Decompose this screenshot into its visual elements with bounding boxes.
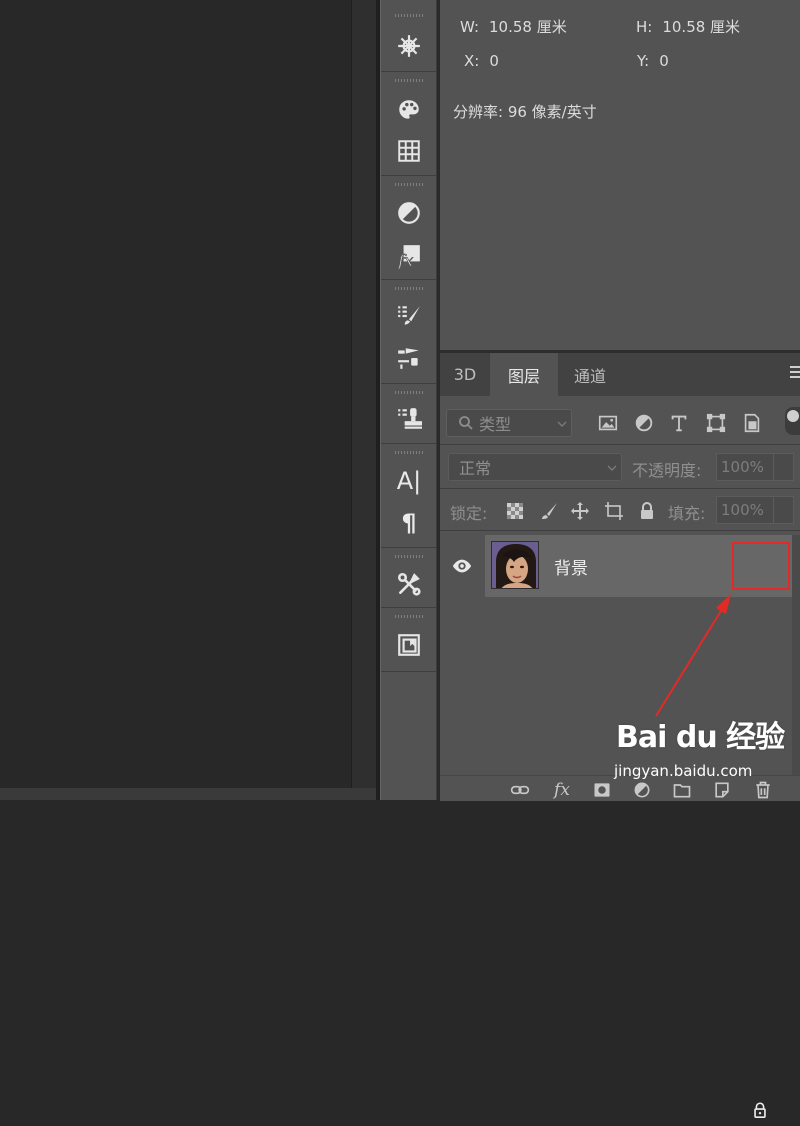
trash-icon[interactable] xyxy=(752,780,774,800)
group-grip[interactable] xyxy=(395,287,423,290)
chevron-down-icon xyxy=(607,465,617,471)
y-readout: Y: 0 xyxy=(637,52,669,70)
tab-layers[interactable]: 图层 xyxy=(490,353,558,396)
tool-group: fx xyxy=(381,176,437,280)
new-layer-icon[interactable] xyxy=(711,780,733,800)
palette-icon[interactable] xyxy=(394,95,424,125)
opacity-field[interactable]: 100% xyxy=(716,453,774,481)
mask-icon[interactable] xyxy=(591,780,613,800)
separator xyxy=(440,530,800,531)
search-icon xyxy=(459,416,473,430)
resolution-readout: 分辨率: 96 像素/英寸 xyxy=(453,103,597,121)
properties-panel: W: 10.58 厘米 H: 10.58 厘米 X: 0 Y: 0 分辨率: 96 像素… xyxy=(440,0,800,350)
watermark-logo: Bai du 经验 xyxy=(616,720,785,755)
group-grip[interactable] xyxy=(395,615,423,618)
layer-name[interactable]: 背景 xyxy=(554,554,588,579)
fill-slider-button[interactable] xyxy=(774,496,794,524)
brush-list-icon[interactable] xyxy=(394,301,424,331)
panels-column: W: 10.58 厘米 H: 10.58 厘米 X: 0 Y: 0 分辨率: 96 像素… xyxy=(440,0,800,1119)
link-icon[interactable] xyxy=(509,780,531,800)
tool-group xyxy=(381,72,437,176)
tool-group xyxy=(381,0,437,72)
ship-wheel-icon[interactable] xyxy=(394,31,424,61)
image-filter-icon[interactable] xyxy=(596,411,620,435)
width-readout: W: 10.58 厘米 xyxy=(460,18,567,36)
fx-icon[interactable]: fx xyxy=(394,241,424,271)
panel-menu-icon[interactable] xyxy=(790,363,800,383)
blend-mode-select[interactable]: 正常 xyxy=(448,453,622,481)
x-readout: X: 0 xyxy=(464,52,499,70)
lock-transparent-pixels-icon[interactable] xyxy=(503,499,527,523)
eye-icon[interactable] xyxy=(440,535,484,597)
group-grip[interactable] xyxy=(395,391,423,394)
tools-icon[interactable] xyxy=(394,569,424,599)
opacity-slider-button[interactable] xyxy=(774,453,794,481)
opacity-label: 不透明度: xyxy=(632,461,702,480)
adjustment-icon[interactable] xyxy=(394,198,424,228)
canvas-vertical-scrollbar[interactable] xyxy=(351,0,377,788)
lock-artboard-icon[interactable] xyxy=(602,499,626,523)
paragraph-icon[interactable]: ¶ xyxy=(394,508,424,538)
fill-field[interactable]: 100% xyxy=(716,496,774,524)
tool-group xyxy=(381,548,437,608)
tool-group: A| ¶ xyxy=(381,444,437,548)
adjustment-icon[interactable] xyxy=(631,780,653,800)
lock-image-pixels-icon[interactable] xyxy=(537,499,561,523)
folder-icon[interactable] xyxy=(671,780,693,800)
separator xyxy=(440,488,800,489)
group-grip[interactable] xyxy=(395,183,423,186)
baidu-watermark: Bai du 经验 jingyan.baidu.com xyxy=(614,712,800,782)
canvas-area[interactable] xyxy=(0,0,351,788)
character-icon[interactable]: A| xyxy=(394,466,424,496)
tab-channels[interactable]: 通道 xyxy=(558,353,622,396)
tool-group xyxy=(381,608,437,672)
lock-label: 锁定: xyxy=(450,504,488,523)
watermark-url: jingyan.baidu.com xyxy=(614,762,753,780)
svg-text:fx: fx xyxy=(397,251,413,269)
fx-icon[interactable]: fx xyxy=(551,780,573,800)
group-grip[interactable] xyxy=(395,79,423,82)
type-filter-icon[interactable] xyxy=(667,411,691,435)
lock-icon[interactable] xyxy=(744,1094,776,1126)
lock-position-icon[interactable] xyxy=(568,499,592,523)
height-readout: H: 10.58 厘米 xyxy=(636,18,741,36)
group-grip[interactable] xyxy=(395,14,423,17)
tool-group xyxy=(381,384,437,444)
group-grip[interactable] xyxy=(395,555,423,558)
chevron-down-icon xyxy=(557,421,567,427)
adjustment-filter-icon[interactable] xyxy=(632,411,656,435)
separator xyxy=(440,444,800,445)
lock-all-icon[interactable] xyxy=(635,499,659,523)
layers-tabbar: 3D 图层 通道 xyxy=(440,353,800,396)
frame-icon[interactable] xyxy=(394,630,424,660)
filter-toggle[interactable] xyxy=(785,407,800,435)
panel-icon-strip: fx A| ¶ xyxy=(380,0,437,800)
smart-object-filter-icon[interactable] xyxy=(740,411,764,435)
group-grip[interactable] xyxy=(395,451,423,454)
grid-icon[interactable] xyxy=(394,136,424,166)
filter-kind-select[interactable]: 类型 xyxy=(446,409,572,437)
layer-filter-row: 类型 xyxy=(440,400,800,444)
fill-label: 填充: xyxy=(668,504,706,523)
clone-stamp-icon[interactable] xyxy=(394,404,424,434)
highlight-box xyxy=(732,542,790,590)
layer-thumbnail xyxy=(491,541,539,589)
brush-settings-icon[interactable] xyxy=(394,343,424,373)
shape-filter-icon[interactable] xyxy=(704,411,728,435)
canvas-horizontal-scrollbar[interactable] xyxy=(0,788,376,800)
tab-3d[interactable]: 3D xyxy=(440,353,490,396)
tool-group xyxy=(381,280,437,384)
